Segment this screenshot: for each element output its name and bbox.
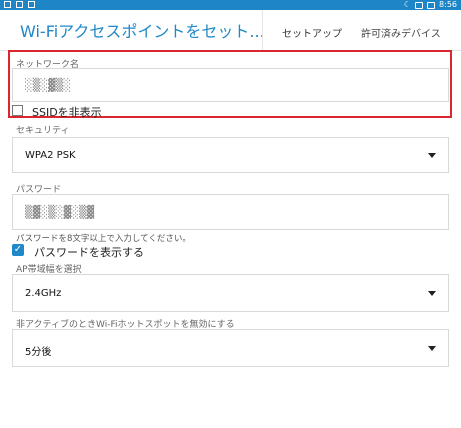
notification-icon bbox=[16, 1, 23, 8]
checkbox-icon: ✓ bbox=[13, 244, 23, 255]
password-field[interactable]: ▒▓░▒░▓░▒▓ bbox=[12, 194, 449, 230]
password-hint: パスワードを8文字以上で入力してください。 bbox=[16, 234, 191, 244]
dropdown-arrow-icon bbox=[428, 346, 436, 351]
notification-icon bbox=[4, 1, 11, 8]
show-password-checkbox[interactable]: ✓ bbox=[12, 244, 24, 256]
tab-allowed-devices[interactable]: 許可済みデバイス bbox=[361, 25, 441, 40]
dropdown-arrow-icon bbox=[428, 291, 436, 296]
notification-icon bbox=[28, 1, 35, 8]
tab-divider bbox=[262, 10, 263, 50]
system-icons: ☾ 8:56 bbox=[404, 0, 457, 10]
battery-icon bbox=[427, 1, 436, 9]
clock: 8:56 bbox=[439, 0, 457, 9]
password-value: ▒▓░▒░▓░▒▓ bbox=[25, 205, 95, 219]
tab-setup[interactable]: セットアップ bbox=[282, 25, 342, 40]
inactive-hotspot-select[interactable]: 5分後 bbox=[12, 329, 449, 367]
hide-ssid-checkbox[interactable] bbox=[12, 105, 23, 116]
page-title: Wi-Fiアクセスポイントをセット... bbox=[20, 22, 265, 41]
status-bar: ☾ 8:56 bbox=[0, 0, 461, 10]
app-bar: Wi-Fiアクセスポイントをセット... セットアップ 許可済みデバイス bbox=[0, 10, 461, 51]
security-select[interactable]: WPA2 PSK bbox=[12, 137, 449, 173]
ap-band-select[interactable]: 2.4GHz bbox=[12, 274, 449, 312]
notification-icons bbox=[4, 0, 35, 8]
moon-icon: ☾ bbox=[403, 0, 412, 9]
wifi-icon bbox=[415, 1, 424, 9]
security-label: セキュリティ bbox=[16, 126, 70, 136]
hide-ssid-label: SSIDを非表示 bbox=[32, 106, 102, 119]
ap-band-value: 2.4GHz bbox=[25, 288, 62, 299]
inactive-hotspot-value: 5分後 bbox=[25, 347, 52, 358]
show-password-label: パスワードを表示する bbox=[34, 246, 144, 259]
dropdown-arrow-icon bbox=[428, 153, 436, 158]
security-value: WPA2 PSK bbox=[25, 150, 76, 161]
